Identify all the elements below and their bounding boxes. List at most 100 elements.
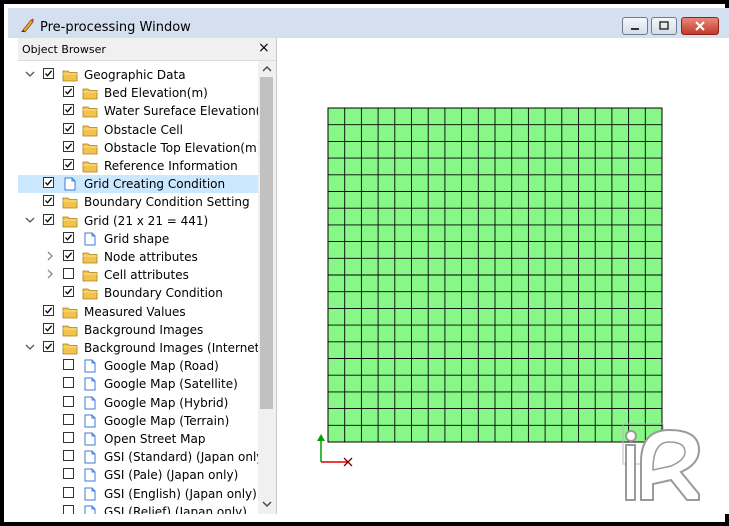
- tree-item[interactable]: Google Map (Hybrid): [18, 394, 258, 412]
- minimize-icon: [631, 28, 639, 30]
- document-icon: [62, 176, 78, 191]
- tree-item-checkbox[interactable]: [63, 159, 74, 170]
- tree-item[interactable]: GSI (Pale) (Japan only): [18, 466, 258, 484]
- folder-icon: [82, 85, 98, 100]
- tree-item-checkbox[interactable]: [63, 504, 74, 514]
- document-icon: [82, 231, 98, 246]
- tree-item-checkbox[interactable]: [63, 140, 74, 152]
- tree-item-checkbox[interactable]: [63, 486, 74, 498]
- tree-item[interactable]: Grid (21 x 21 = 441): [18, 212, 258, 230]
- folder-icon: [82, 140, 98, 155]
- tree-item[interactable]: Boundary Condition Setting: [18, 193, 258, 211]
- tree-item[interactable]: Node attributes: [18, 248, 258, 266]
- tree-item[interactable]: Measured Values: [18, 303, 258, 321]
- minimize-button[interactable]: [622, 17, 648, 35]
- folder-icon: [62, 340, 78, 355]
- tree-item-checkbox[interactable]: [43, 213, 54, 225]
- tree-item-checkbox[interactable]: [43, 68, 54, 79]
- chevron-right-icon[interactable]: [44, 267, 56, 284]
- folder-icon: [62, 213, 78, 227]
- tree-item-checkbox[interactable]: [63, 450, 74, 462]
- chevron-down-icon[interactable]: [24, 67, 36, 84]
- tree-item-checkbox[interactable]: [63, 395, 74, 407]
- tree-item-checkbox[interactable]: [43, 195, 54, 207]
- tree-item[interactable]: Reference Information: [18, 157, 258, 175]
- tree-item-checkbox[interactable]: [63, 359, 74, 371]
- maximize-button[interactable]: [651, 17, 677, 35]
- tree-item-checkbox[interactable]: [63, 413, 74, 425]
- document-icon: [82, 486, 98, 501]
- tree-item[interactable]: Boundary Condition: [18, 284, 258, 302]
- tree-item-checkbox[interactable]: [43, 341, 54, 352]
- object-tree[interactable]: Geographic Data Bed Elevation(m) Water Sur…: [18, 61, 258, 514]
- tree-item[interactable]: Grid Creating Condition: [18, 175, 258, 194]
- title-bar[interactable]: Pre-processing Window: [8, 8, 729, 38]
- tree-item[interactable]: Google Map (Road): [18, 357, 258, 375]
- object-browser-title: Object Browser: [22, 43, 106, 56]
- tree-item-checkbox[interactable]: [63, 231, 74, 243]
- tree-item[interactable]: GSI (Standard) (Japan only): [18, 448, 258, 466]
- tree-item-label: Background Images: [84, 322, 204, 337]
- object-browser-panel: Object Browser × Geographic Data Bed Elev…: [18, 38, 277, 514]
- object-browser-close-button[interactable]: ×: [258, 40, 270, 56]
- document-icon: [82, 376, 98, 391]
- maximize-icon: [659, 21, 669, 30]
- tree-item-checkbox[interactable]: [63, 377, 74, 389]
- tree-item[interactable]: GSI (Relief) (Japan only): [18, 503, 258, 514]
- folder-icon: [82, 285, 98, 300]
- tree-item-checkbox[interactable]: [63, 268, 74, 280]
- tree-item[interactable]: Google Map (Satellite): [18, 375, 258, 393]
- scroll-down-icon[interactable]: [260, 497, 274, 511]
- scroll-up-icon[interactable]: [260, 62, 274, 76]
- tree-item-label: Google Map (Road): [104, 359, 219, 374]
- tree-item[interactable]: Background Images: [18, 321, 258, 339]
- document-icon: [82, 358, 98, 373]
- tree-item[interactable]: Background Images (Internet): [18, 339, 258, 357]
- tree-item[interactable]: Water Sureface Elevation(...: [18, 102, 258, 120]
- tree-item[interactable]: GSI (English) (Japan only): [18, 485, 258, 503]
- tree-item-label: Obstacle Top Elevation(m): [104, 140, 258, 155]
- tree-item-checkbox[interactable]: [63, 104, 74, 116]
- tree-item[interactable]: Bed Elevation(m): [18, 84, 258, 102]
- tree-item-checkbox[interactable]: [43, 304, 54, 316]
- chevron-right-icon[interactable]: [44, 249, 56, 266]
- tree-item-label: Obstacle Cell: [104, 122, 183, 137]
- tree-item[interactable]: Obstacle Top Elevation(m): [18, 139, 258, 157]
- grid-view[interactable]: [277, 38, 729, 514]
- folder-icon: [62, 194, 78, 209]
- chevron-down-icon[interactable]: [24, 213, 36, 230]
- tree-item[interactable]: Google Map (Terrain): [18, 412, 258, 430]
- tree-item-label: Geographic Data: [84, 68, 186, 82]
- tree-item-checkbox[interactable]: [63, 122, 74, 134]
- tree-item[interactable]: Geographic Data: [18, 66, 258, 84]
- tree-item-checkbox[interactable]: [63, 468, 74, 480]
- tree-item[interactable]: Open Street Map: [18, 430, 258, 448]
- pre-processing-window: Pre-processing Window Object Browser × G…: [0, 0, 729, 526]
- grid-canvas[interactable]: [277, 38, 729, 514]
- tree-item-label: Measured Values: [84, 304, 186, 319]
- tree-item[interactable]: Cell attributes: [18, 266, 258, 284]
- tree-item-checkbox[interactable]: [43, 177, 54, 189]
- document-icon: [82, 395, 98, 410]
- tree-item-label: Boundary Condition: [104, 286, 223, 301]
- tree-item[interactable]: Obstacle Cell: [18, 121, 258, 139]
- folder-icon: [82, 122, 98, 136]
- window-title: Pre-processing Window: [40, 20, 191, 35]
- folder-icon: [82, 267, 98, 282]
- tree-item[interactable]: Grid shape: [18, 230, 258, 248]
- chevron-down-icon[interactable]: [24, 340, 36, 357]
- document-icon: [82, 467, 98, 482]
- tree-item-label: GSI (Pale) (Japan only): [104, 468, 239, 483]
- tree-item-checkbox[interactable]: [43, 322, 54, 334]
- tree-item-checkbox[interactable]: [63, 86, 74, 98]
- close-window-button[interactable]: [681, 17, 719, 35]
- tree-item-checkbox[interactable]: [63, 250, 74, 261]
- tree-item-label: Water Sureface Elevation(...: [104, 104, 258, 119]
- object-browser-header: Object Browser ×: [18, 38, 276, 61]
- close-icon: [695, 21, 705, 31]
- folder-icon: [62, 304, 78, 318]
- tree-item-checkbox[interactable]: [63, 286, 74, 298]
- tree-scrollbar[interactable]: [258, 61, 276, 514]
- scrollbar-thumb[interactable]: [260, 77, 273, 409]
- tree-item-checkbox[interactable]: [63, 432, 74, 443]
